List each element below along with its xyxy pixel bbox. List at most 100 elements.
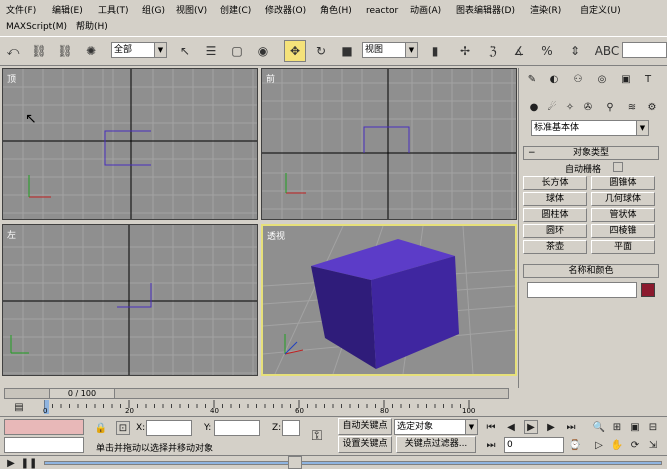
key-filters-button[interactable]: 关键点过滤器... (396, 436, 476, 453)
zoom-icon[interactable]: 🔍 (592, 420, 606, 434)
systems-icon[interactable]: ⚙ (645, 100, 659, 114)
play-icon[interactable]: ▶ (524, 420, 538, 434)
tube-button[interactable]: 管状体 (591, 208, 655, 222)
lock-selection-icon[interactable]: 🔒 (94, 421, 108, 435)
maximize-viewport-icon[interactable]: ⇲ (646, 438, 660, 452)
go-to-start-icon[interactable]: ⏮ (484, 420, 498, 434)
key-mode-toggle-icon[interactable]: ⏭ (484, 438, 498, 452)
select-manipulate-icon[interactable]: ✢ (454, 40, 476, 62)
select-by-name-icon[interactable]: ☰ (200, 40, 222, 62)
named-selection-field[interactable] (622, 42, 667, 58)
time-slider-thumb[interactable]: 0 / 100 (49, 388, 115, 399)
cone-button[interactable]: 圆锥体 (591, 176, 655, 190)
pivot-center-icon[interactable]: ▮ (424, 40, 446, 62)
menu-maxscript[interactable]: MAXScript(M) (6, 22, 67, 33)
menu-create[interactable]: 创建(C) (220, 6, 251, 17)
menu-edit[interactable]: 编辑(E) (52, 6, 83, 17)
cameras-icon[interactable]: ✇ (581, 100, 595, 114)
track-bar-icon[interactable]: ▤ (12, 400, 26, 414)
go-to-end-icon[interactable]: ⏭ (564, 420, 578, 434)
space-warps-icon[interactable]: ≋ (625, 100, 639, 114)
viewport-top[interactable]: 顶 ↖ (2, 68, 258, 220)
bind-space-warp-icon[interactable]: ✺ (80, 40, 102, 62)
name-color-rollout-title[interactable]: 名称和颜色 (523, 264, 659, 278)
object-name-field[interactable] (527, 282, 637, 298)
auto-key-button[interactable]: 自动关键点 (338, 418, 392, 435)
x-coordinate-field[interactable] (146, 420, 192, 436)
cylinder-button[interactable]: 圆柱体 (523, 208, 587, 222)
menu-help[interactable]: 帮助(H) (76, 22, 108, 33)
select-move-icon[interactable]: ✥ (284, 40, 306, 62)
object-type-rollout-title[interactable]: − 对象类型 (523, 146, 659, 160)
y-coordinate-field[interactable] (214, 420, 260, 436)
field-of-view-icon[interactable]: ▷ (592, 438, 606, 452)
pyramid-button[interactable]: 四棱锥 (591, 224, 655, 238)
spinner-snap-icon[interactable]: ⇕ (564, 40, 586, 62)
rect-selection-icon[interactable]: ▢ (226, 40, 248, 62)
angle-snap-icon[interactable]: ∡ (508, 40, 530, 62)
zoom-extents-all-icon[interactable]: ⊟ (646, 420, 660, 434)
menu-graph-editors[interactable]: 图表编辑器(D) (456, 6, 515, 17)
auto-grid-checkbox[interactable] (613, 162, 623, 172)
teapot-button[interactable]: 茶壶 (523, 240, 587, 254)
select-rotate-icon[interactable]: ↻ (310, 40, 332, 62)
menu-reactor[interactable]: reactor (366, 6, 398, 17)
shapes-icon[interactable]: ☄ (545, 100, 559, 114)
viewport-front[interactable]: 前 (261, 68, 517, 220)
percent-snap-icon[interactable]: % (536, 40, 558, 62)
snap-toggle-icon[interactable]: ℨ (482, 40, 504, 62)
pause-icon[interactable]: ❚❚ (21, 456, 38, 469)
time-config-icon[interactable]: ⌚ (568, 438, 582, 452)
select-link-icon[interactable]: ⛓ (28, 40, 50, 62)
menu-modifiers[interactable]: 修改器(O) (265, 6, 306, 17)
menu-view[interactable]: 视图(V) (176, 6, 207, 17)
motion-tab-icon[interactable]: ◎ (595, 72, 609, 86)
z-coordinate-field[interactable] (282, 420, 300, 436)
previous-frame-icon[interactable]: ◀ (504, 420, 518, 434)
plane-button[interactable]: 平面 (591, 240, 655, 254)
helpers-icon[interactable]: ⚲ (603, 100, 617, 114)
maxscript-listener-mini[interactable] (4, 419, 84, 435)
time-slider-track[interactable]: 0 / 100 (4, 388, 509, 399)
current-frame-field[interactable]: 0 (504, 437, 564, 453)
arc-rotate-icon[interactable]: ⟳ (628, 438, 642, 452)
window-crossing-icon[interactable]: ◉ (252, 40, 274, 62)
zoom-extents-icon[interactable]: ▣ (628, 420, 642, 434)
menu-animation[interactable]: 动画(A) (410, 6, 441, 17)
next-frame-icon[interactable]: ▶ (544, 420, 558, 434)
key-icon[interactable]: ⚿ (310, 428, 324, 444)
select-scale-icon[interactable]: ■ (336, 40, 358, 62)
playback-progress-track[interactable] (44, 461, 662, 465)
menu-tools[interactable]: 工具(T) (98, 6, 129, 17)
object-color-swatch[interactable] (641, 283, 655, 297)
select-object-icon[interactable]: ↖ (174, 40, 196, 62)
display-tab-icon[interactable]: ▣ (619, 72, 633, 86)
modify-tab-icon[interactable]: ◐ (547, 72, 561, 86)
selection-filter-dropdown[interactable]: 全部 ▼ (111, 42, 167, 58)
pan-icon[interactable]: ✋ (610, 438, 624, 452)
lights-icon[interactable]: ✧ (563, 100, 577, 114)
viewport-perspective[interactable]: 透视 (261, 224, 517, 376)
key-mode-dropdown[interactable]: 选定对象 ▼ (394, 419, 478, 435)
playback-progress-thumb[interactable] (288, 456, 302, 469)
undo-icon[interactable]: ⤺ (2, 40, 24, 62)
box-button[interactable]: 长方体 (523, 176, 587, 190)
menu-rendering[interactable]: 渲染(R) (530, 6, 561, 17)
hierarchy-tab-icon[interactable]: ⚇ (571, 72, 585, 86)
maxscript-input[interactable] (4, 437, 84, 453)
menu-customize[interactable]: 自定义(U) (580, 6, 621, 17)
object-category-dropdown[interactable]: 标准基本体 ▼ (531, 120, 649, 136)
zoom-all-icon[interactable]: ⊞ (610, 420, 624, 434)
torus-button[interactable]: 圆环 (523, 224, 587, 238)
menu-file[interactable]: 文件(F) (6, 6, 36, 17)
unlink-icon[interactable]: ⛓ (54, 40, 76, 62)
menu-character[interactable]: 角色(H) (320, 6, 352, 17)
set-key-button[interactable]: 设置关键点 (338, 436, 392, 453)
coord-system-dropdown[interactable]: 视图 ▼ (362, 42, 418, 58)
menu-group[interactable]: 组(G) (142, 6, 165, 17)
named-selection-icon[interactable]: ABC (595, 40, 620, 62)
create-tab-icon[interactable]: ✎ (525, 72, 539, 86)
sphere-button[interactable]: 球体 (523, 192, 587, 206)
geometry-icon[interactable]: ● (527, 100, 541, 114)
viewport-left[interactable]: 左 (2, 224, 258, 376)
